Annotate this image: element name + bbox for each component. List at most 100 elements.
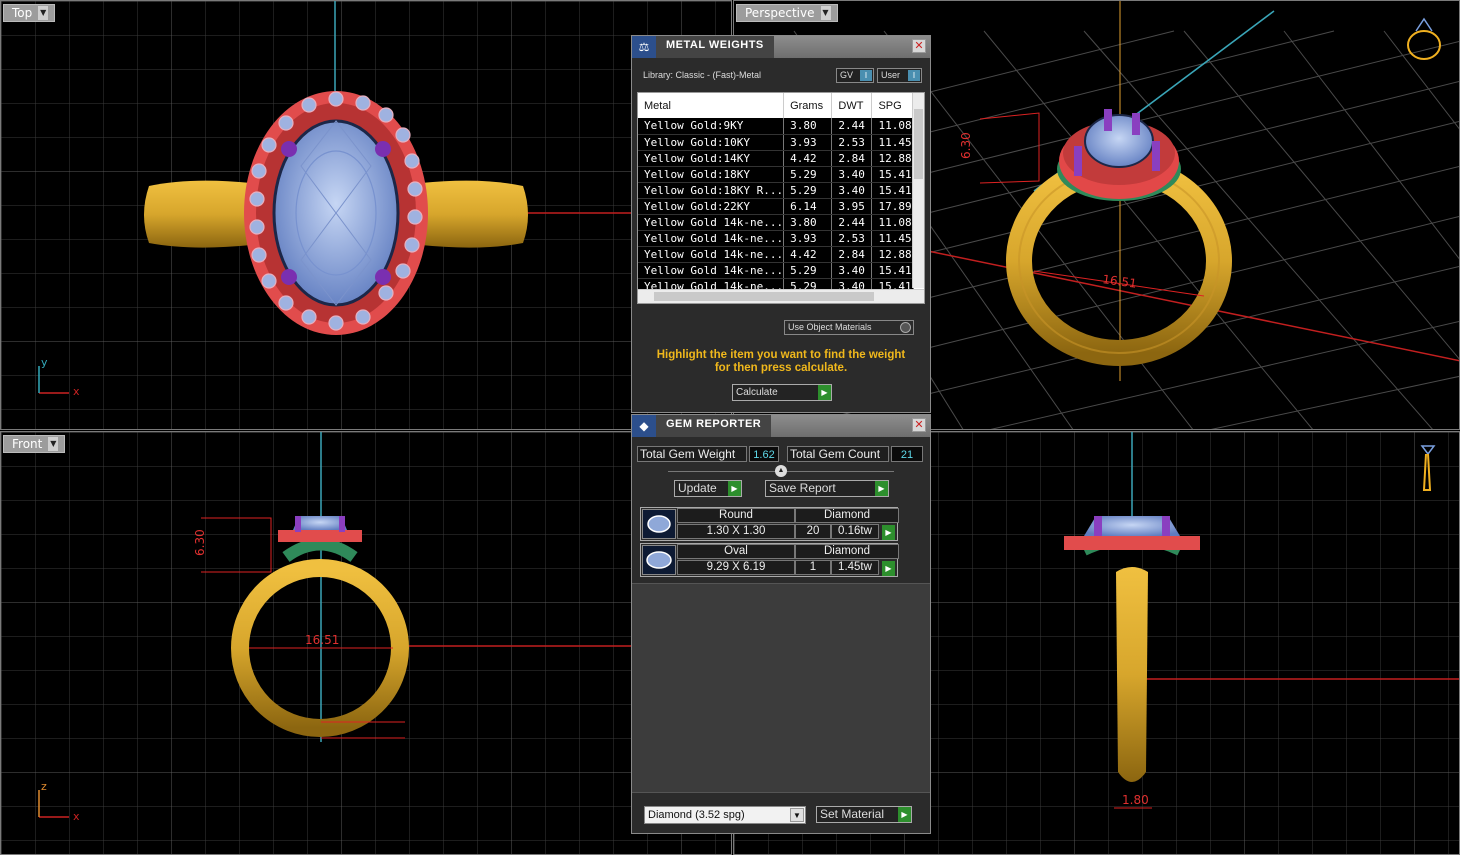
metal-rows: Yellow Gold:9KY 3.80 2.44 11.08 Yellow Gold:… bbox=[638, 118, 914, 295]
radio-icon bbox=[900, 322, 911, 333]
table-row[interactable]: Yellow Gold:22KY 6.14 3.95 17.89 bbox=[638, 198, 914, 215]
library-label: Library: Classic - (Fast)-Metal bbox=[643, 70, 762, 80]
front-view-label[interactable]: Front ▼ bbox=[3, 435, 66, 453]
play-icon: ▶ bbox=[898, 807, 911, 822]
table-cell: 2.84 bbox=[831, 150, 873, 167]
metal-table[interactable]: Metal Grams DWT SPG Yellow Gold:9KY 3.80 2… bbox=[637, 92, 925, 304]
table-cell: 4.42 bbox=[783, 246, 833, 263]
gem-row-round[interactable]: Round Diamond 1.30 X 1.30 20 0.16tw ▶ bbox=[640, 507, 899, 541]
scroll-thumb[interactable] bbox=[914, 109, 923, 179]
gem-weight: 1.45tw bbox=[831, 560, 879, 575]
table-cell: 2.53 bbox=[831, 230, 873, 247]
scroll-thumb[interactable] bbox=[654, 292, 874, 301]
table-row[interactable]: Yellow Gold:9KY 3.80 2.44 11.08 bbox=[638, 118, 914, 135]
column-header-metal[interactable]: Metal bbox=[638, 93, 785, 118]
gem-weight: 0.16tw bbox=[831, 524, 879, 539]
top-viewport[interactable]: Top ▼ x y bbox=[0, 0, 732, 430]
gem-row-oval[interactable]: Oval Diamond 9.29 X 6.19 1 1.45tw ▶ bbox=[640, 543, 899, 577]
table-cell: 4.42 bbox=[783, 150, 833, 167]
gem-reporter-titlebar[interactable]: ◆ GEM REPORTER ✕ bbox=[632, 415, 930, 437]
horizontal-scrollbar[interactable] bbox=[638, 289, 924, 303]
table-cell: 11.45 bbox=[871, 230, 914, 247]
height-dimension: 6.30 bbox=[959, 132, 973, 159]
table-cell: Yellow Gold 14k-ne... bbox=[638, 262, 785, 279]
metal-weights-panel: ⚖ METAL WEIGHTS ✕ Library: Classic - (Fa… bbox=[631, 35, 931, 413]
y-axis-label: y bbox=[41, 356, 48, 369]
table-cell: 11.45 bbox=[871, 134, 914, 151]
table-row[interactable]: Yellow Gold:14KY 4.42 2.84 12.88 bbox=[638, 150, 914, 167]
table-cell: 3.93 bbox=[783, 230, 833, 247]
table-cell: 3.95 bbox=[831, 198, 873, 215]
column-header-spg[interactable]: SPG bbox=[871, 93, 914, 118]
x-axis-label: x bbox=[73, 810, 80, 823]
table-cell: Yellow Gold:10KY bbox=[638, 134, 785, 151]
table-row[interactable]: Yellow Gold:18KY 5.29 3.40 15.41 bbox=[638, 166, 914, 183]
front-view-canvas: 6.30 16.51 x z bbox=[1, 432, 731, 854]
table-cell: 2.53 bbox=[831, 134, 873, 151]
use-object-materials-checkbox[interactable]: Use Object Materials bbox=[784, 320, 914, 335]
table-row[interactable]: Yellow Gold 14k-ne... 5.29 3.40 15.41 bbox=[638, 262, 914, 279]
gem-count: 20 bbox=[795, 524, 831, 539]
table-cell: 3.40 bbox=[831, 262, 873, 279]
table-cell: 2.44 bbox=[831, 214, 873, 231]
table-cell: Yellow Gold:22KY bbox=[638, 198, 785, 215]
front-height-dimension: 6.30 bbox=[193, 529, 207, 556]
set-material-button[interactable]: Set Material ▶ bbox=[816, 806, 912, 823]
table-cell: 15.41 bbox=[871, 182, 914, 199]
front-viewport[interactable]: Front ▼ 6.30 16.51 x z bbox=[0, 431, 732, 855]
dropdown-arrow-icon[interactable]: ▼ bbox=[820, 6, 831, 20]
table-row[interactable]: Yellow Gold 14k-ne... 3.80 2.44 11.08 bbox=[638, 214, 914, 231]
table-row[interactable]: Yellow Gold:10KY 3.93 2.53 11.45 bbox=[638, 134, 914, 151]
dropdown-arrow-icon[interactable]: ▼ bbox=[48, 437, 59, 451]
table-row[interactable]: Yellow Gold 14k-ne... 4.42 2.84 12.88 bbox=[638, 246, 914, 263]
vertical-scrollbar[interactable] bbox=[912, 93, 924, 288]
table-cell: Yellow Gold 14k-ne... bbox=[638, 230, 785, 247]
metal-weights-titlebar[interactable]: ⚖ METAL WEIGHTS ✕ bbox=[632, 36, 930, 58]
table-cell: 5.29 bbox=[783, 182, 833, 199]
column-header-dwt[interactable]: DWT bbox=[831, 93, 873, 118]
play-icon: ▶ bbox=[818, 385, 831, 400]
table-cell: 3.80 bbox=[783, 118, 833, 135]
gem-size: 9.29 X 6.19 bbox=[677, 560, 795, 575]
table-cell: Yellow Gold 14k-ne... bbox=[638, 246, 785, 263]
column-header-grams[interactable]: Grams bbox=[783, 93, 833, 118]
table-cell: 11.08 bbox=[871, 118, 914, 135]
table-cell: 3.80 bbox=[783, 214, 833, 231]
update-button[interactable]: Update ▶ bbox=[674, 480, 742, 497]
table-cell: Yellow Gold:14KY bbox=[638, 150, 785, 167]
total-gem-weight-value: 1.62 bbox=[749, 446, 779, 462]
top-view-label[interactable]: Top ▼ bbox=[3, 4, 56, 22]
close-icon[interactable]: ✕ bbox=[912, 39, 926, 53]
table-row[interactable]: Yellow Gold:18KY R... 5.29 3.40 15.41 bbox=[638, 182, 914, 199]
play-icon[interactable]: ▶ bbox=[882, 525, 895, 540]
table-cell: 15.41 bbox=[871, 262, 914, 279]
material-select[interactable]: Diamond (3.52 spg) ▼ bbox=[644, 806, 806, 824]
gem-material: Diamond bbox=[795, 508, 899, 523]
user-toggle[interactable]: User I bbox=[877, 68, 922, 83]
gem-shape: Oval bbox=[677, 544, 795, 559]
close-icon[interactable]: ✕ bbox=[912, 418, 926, 432]
table-cell: 11.08 bbox=[871, 214, 914, 231]
table-cell: 12.88 bbox=[871, 246, 914, 263]
metal-weights-title: METAL WEIGHTS bbox=[656, 36, 774, 58]
table-cell: 3.40 bbox=[831, 166, 873, 183]
perspective-view-label[interactable]: Perspective ▼ bbox=[736, 4, 838, 22]
round-gem-icon bbox=[642, 509, 676, 539]
table-cell: Yellow Gold:9KY bbox=[638, 118, 785, 135]
gem-count: 1 bbox=[795, 560, 831, 575]
gem-material: Diamond bbox=[795, 544, 899, 559]
total-gem-weight-label: Total Gem Weight bbox=[637, 446, 747, 462]
save-report-button[interactable]: Save Report ▶ bbox=[765, 480, 889, 497]
toggle-switch-icon: I bbox=[908, 70, 920, 81]
table-cell: 12.88 bbox=[871, 150, 914, 167]
table-cell: 2.44 bbox=[831, 118, 873, 135]
collapse-icon[interactable]: ▲ bbox=[775, 465, 787, 477]
gv-toggle[interactable]: GV I bbox=[836, 68, 874, 83]
play-icon[interactable]: ▶ bbox=[882, 561, 895, 576]
dropdown-arrow-icon[interactable]: ▼ bbox=[38, 6, 49, 20]
x-axis-label: x bbox=[73, 385, 80, 398]
table-row[interactable]: Yellow Gold 14k-ne... 3.93 2.53 11.45 bbox=[638, 230, 914, 247]
chevron-down-icon[interactable]: ▼ bbox=[790, 808, 804, 822]
z-axis-label: z bbox=[41, 780, 47, 793]
calculate-button[interactable]: Calculate ▶ bbox=[732, 384, 832, 401]
